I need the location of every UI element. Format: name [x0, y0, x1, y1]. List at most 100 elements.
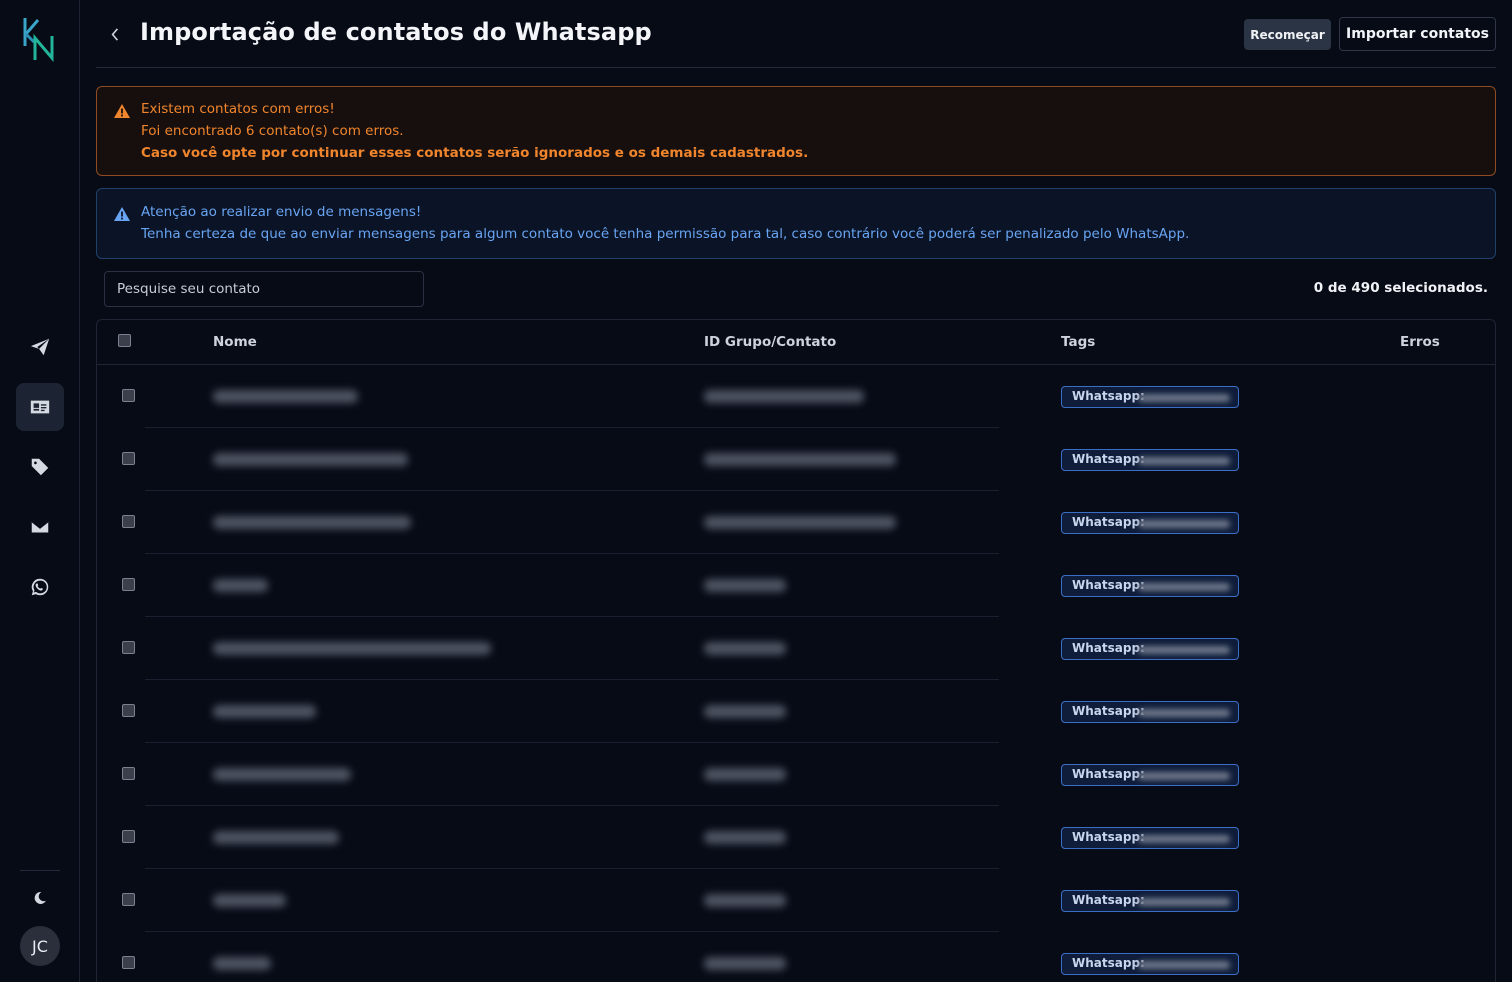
moon-icon — [34, 891, 46, 904]
page-title: Importação de contatos do Whatsapp — [140, 18, 652, 46]
contact-id-redacted — [704, 705, 786, 718]
table-row[interactable]: Whatsapp: — [97, 365, 1495, 428]
tag-badge: Whatsapp: — [1061, 575, 1239, 597]
column-header-name[interactable]: Nome — [213, 334, 257, 350]
info-alert: Atenção ao realizar envio de mensagens! … — [96, 188, 1496, 259]
tag-label: Whatsapp: — [1072, 641, 1145, 655]
tag-badge: Whatsapp: — [1061, 701, 1239, 723]
tag-value-redacted — [1138, 898, 1230, 906]
contact-name-redacted — [213, 705, 316, 718]
tag-value-redacted — [1138, 709, 1230, 717]
tag-badge: Whatsapp: — [1061, 827, 1239, 849]
tag-label: Whatsapp: — [1072, 704, 1145, 718]
tag-value-redacted — [1138, 646, 1230, 654]
tag-badge: Whatsapp: — [1061, 449, 1239, 471]
tag-badge: Whatsapp: — [1061, 953, 1239, 975]
sidebar-item-tags[interactable] — [16, 443, 64, 491]
row-checkbox[interactable] — [122, 830, 135, 843]
warning-icon — [114, 207, 130, 221]
contact-id-redacted — [704, 768, 786, 781]
chevron-left-icon — [111, 27, 119, 41]
info-alert-title: Atenção ao realizar envio de mensagens! — [141, 204, 422, 220]
tag-label: Whatsapp: — [1072, 389, 1145, 403]
table-row[interactable]: Whatsapp: — [97, 932, 1495, 982]
row-checkbox[interactable] — [122, 767, 135, 780]
table-row[interactable]: Whatsapp: — [97, 743, 1495, 806]
contact-id-redacted — [704, 579, 786, 592]
back-button[interactable] — [104, 22, 126, 46]
tags-icon — [31, 458, 49, 476]
column-header-errors[interactable]: Erros — [1400, 334, 1440, 350]
tag-label: Whatsapp: — [1072, 830, 1145, 844]
contact-id-redacted — [704, 894, 786, 907]
tag-value-redacted — [1138, 961, 1230, 969]
contact-name-redacted — [213, 768, 351, 781]
mail-icon — [31, 521, 49, 533]
warning-icon — [114, 104, 130, 118]
tag-label: Whatsapp: — [1072, 767, 1145, 781]
contact-name-redacted — [213, 579, 268, 592]
theme-toggle[interactable] — [16, 874, 64, 922]
import-contacts-button[interactable]: Importar contatos — [1339, 17, 1496, 51]
tag-label: Whatsapp: — [1072, 893, 1145, 907]
contact-id-redacted — [704, 831, 786, 844]
row-checkbox[interactable] — [122, 893, 135, 906]
tag-value-redacted — [1138, 583, 1230, 591]
selection-count: 0 de 490 selecionados. — [1313, 280, 1488, 296]
tag-label: Whatsapp: — [1072, 452, 1145, 466]
row-checkbox[interactable] — [122, 641, 135, 654]
contact-name-redacted — [213, 831, 339, 844]
tag-value-redacted — [1138, 772, 1230, 780]
info-alert-text: Tenha certeza de que ao enviar mensagens… — [141, 226, 1190, 242]
contact-id-redacted — [704, 453, 896, 466]
select-all-checkbox[interactable] — [118, 334, 131, 347]
column-header-tags[interactable]: Tags — [1061, 334, 1095, 350]
row-checkbox[interactable] — [122, 452, 135, 465]
tag-label: Whatsapp: — [1072, 956, 1145, 970]
row-checkbox[interactable] — [122, 956, 135, 969]
restart-button[interactable]: Recomeçar — [1244, 19, 1331, 50]
column-header-id[interactable]: ID Grupo/Contato — [704, 334, 836, 350]
table-row[interactable]: Whatsapp: — [97, 554, 1495, 617]
row-checkbox[interactable] — [122, 704, 135, 717]
app-logo[interactable] — [22, 16, 58, 63]
contact-id-redacted — [704, 390, 864, 403]
tag-badge: Whatsapp: — [1061, 890, 1239, 912]
tag-badge: Whatsapp: — [1061, 638, 1239, 660]
avatar[interactable]: JC — [20, 926, 60, 966]
contact-id-redacted — [704, 642, 786, 655]
sidebar-item-whatsapp[interactable] — [16, 563, 64, 611]
table-row[interactable]: Whatsapp: — [97, 680, 1495, 743]
tag-label: Whatsapp: — [1072, 578, 1145, 592]
search-input[interactable] — [104, 271, 424, 307]
contact-name-redacted — [213, 894, 286, 907]
table-row[interactable]: Whatsapp: — [97, 869, 1495, 932]
error-alert: Existem contatos com erros! Foi encontra… — [96, 86, 1496, 176]
sidebar-item-campaigns[interactable] — [16, 323, 64, 371]
contacts-table: Nome ID Grupo/Contato Tags Erros Whatsap… — [96, 319, 1496, 982]
contact-name-redacted — [213, 390, 358, 403]
contact-name-redacted — [213, 453, 408, 466]
error-alert-title: Existem contatos com erros! — [141, 101, 335, 117]
tag-badge: Whatsapp: — [1061, 386, 1239, 408]
sidebar: JC — [0, 0, 80, 982]
row-checkbox[interactable] — [122, 578, 135, 591]
header-divider — [96, 67, 1496, 68]
table-row[interactable]: Whatsapp: — [97, 428, 1495, 491]
whatsapp-icon — [31, 578, 49, 596]
row-checkbox[interactable] — [122, 515, 135, 528]
contact-name-redacted — [213, 516, 411, 529]
tag-badge: Whatsapp: — [1061, 512, 1239, 534]
tag-label: Whatsapp: — [1072, 515, 1145, 529]
contact-name-redacted — [213, 642, 491, 655]
tag-value-redacted — [1138, 457, 1230, 465]
row-checkbox[interactable] — [122, 389, 135, 402]
table-row[interactable]: Whatsapp: — [97, 491, 1495, 554]
sidebar-divider — [20, 870, 60, 871]
sidebar-item-email[interactable] — [16, 503, 64, 551]
tag-value-redacted — [1138, 520, 1230, 528]
table-row[interactable]: Whatsapp: — [97, 617, 1495, 680]
sidebar-item-contacts[interactable] — [16, 383, 64, 431]
contacts-icon — [30, 400, 50, 414]
table-row[interactable]: Whatsapp: — [97, 806, 1495, 869]
